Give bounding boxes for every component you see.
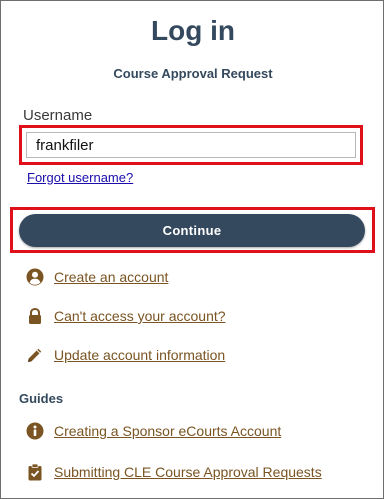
submitting-cle-row[interactable]: Submitting CLE Course Approval Requests xyxy=(26,462,322,482)
update-info-link[interactable]: Update account information xyxy=(54,347,225,363)
username-input[interactable] xyxy=(26,132,356,158)
login-panel: Log in Course Approval Request Username … xyxy=(0,0,384,499)
sponsor-account-link[interactable]: Creating a Sponsor eCourts Account xyxy=(54,423,281,439)
submitting-cle-link[interactable]: Submitting CLE Course Approval Requests xyxy=(54,464,322,480)
continue-highlight: Continue xyxy=(10,207,375,253)
create-account-row[interactable]: Create an account xyxy=(26,267,168,287)
username-highlight xyxy=(19,125,363,165)
sponsor-account-row[interactable]: Creating a Sponsor eCourts Account xyxy=(26,421,281,441)
username-label: Username xyxy=(23,107,93,124)
lock-icon xyxy=(26,307,44,325)
cant-access-row[interactable]: Can't access your account? xyxy=(26,306,226,326)
clipboard-check-icon xyxy=(26,463,44,481)
page-subtitle: Course Approval Request xyxy=(113,66,273,81)
cant-access-link[interactable]: Can't access your account? xyxy=(54,308,226,324)
pencil-icon xyxy=(26,346,44,364)
guides-heading: Guides xyxy=(19,391,64,406)
forgot-username-link[interactable]: Forgot username? xyxy=(27,170,133,185)
page-title: Log in xyxy=(151,15,235,46)
info-circle-icon xyxy=(26,422,44,440)
update-info-row[interactable]: Update account information xyxy=(26,345,225,365)
create-account-link[interactable]: Create an account xyxy=(54,269,168,285)
continue-button[interactable]: Continue xyxy=(19,214,365,247)
user-circle-icon xyxy=(26,268,44,286)
